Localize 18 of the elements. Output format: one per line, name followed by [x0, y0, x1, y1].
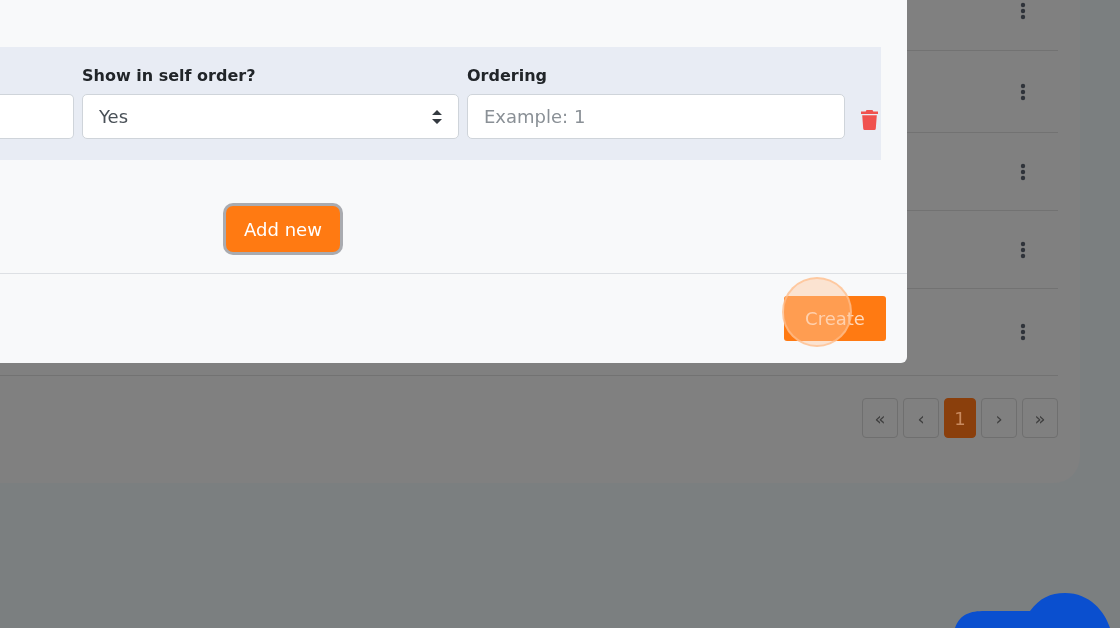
pagination-button[interactable]: › — [981, 398, 1017, 438]
more-options-icon[interactable] — [1020, 162, 1026, 181]
more-options-icon[interactable] — [1020, 82, 1026, 101]
sort-arrows-icon — [432, 109, 442, 124]
pagination-button[interactable]: ‹ — [903, 398, 939, 438]
pagination-button[interactable]: 1 — [944, 398, 976, 438]
add-new-button[interactable]: Add new — [226, 206, 340, 252]
pagination-button[interactable]: « — [862, 398, 898, 438]
input-field[interactable]: Example: 1 — [467, 94, 845, 139]
more-options-icon[interactable] — [1020, 323, 1026, 341]
select-field[interactable]: Yes — [82, 94, 459, 139]
pagination-button[interactable]: » — [1022, 398, 1058, 438]
more-options-icon[interactable] — [1020, 2, 1026, 20]
input-field[interactable] — [0, 94, 74, 139]
field-label: Show in self order? — [82, 65, 257, 87]
field-label: Ordering — [467, 65, 548, 87]
delete-icon[interactable] — [861, 109, 878, 130]
more-options-icon[interactable] — [1020, 240, 1026, 259]
